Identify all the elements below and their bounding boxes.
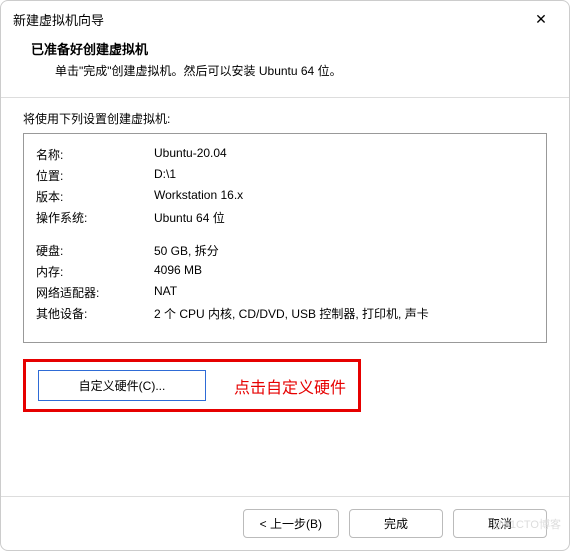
titlebar: 新建虚拟机向导 ✕ — [1, 1, 569, 37]
row-value: Workstation 16.x — [154, 186, 534, 207]
finish-button[interactable]: 完成 — [349, 509, 443, 538]
titlebar-text: 新建虚拟机向导 — [13, 10, 525, 29]
table-row: 版本: Workstation 16.x — [36, 186, 534, 207]
row-label: 硬盘: — [36, 240, 154, 261]
row-value: Ubuntu 64 位 — [154, 207, 534, 228]
close-button[interactable]: ✕ — [525, 5, 557, 33]
table-row: 网络适配器: NAT — [36, 282, 534, 303]
custom-highlight-box: 自定义硬件(C)... 点击自定义硬件 — [23, 359, 361, 412]
customize-hardware-button[interactable]: 自定义硬件(C)... — [38, 370, 206, 401]
row-label: 版本: — [36, 186, 154, 207]
row-label: 操作系统: — [36, 207, 154, 228]
row-value: 2 个 CPU 内核, CD/DVD, USB 控制器, 打印机, 声卡 — [154, 303, 534, 324]
header-desc: 单击"完成"创建虚拟机。然后可以安装 Ubuntu 64 位。 — [31, 62, 539, 79]
row-value: Ubuntu-20.04 — [154, 144, 534, 165]
header-title: 已准备好创建虚拟机 — [31, 39, 539, 58]
close-icon: ✕ — [535, 11, 547, 28]
row-value: 4096 MB — [154, 261, 534, 282]
row-label: 网络适配器: — [36, 282, 154, 303]
cancel-button[interactable]: 取消 — [453, 509, 547, 538]
table-row: 其他设备: 2 个 CPU 内核, CD/DVD, USB 控制器, 打印机, … — [36, 303, 534, 324]
row-value: 50 GB, 拆分 — [154, 240, 534, 261]
row-value: D:\1 — [154, 165, 534, 186]
content-label: 将使用下列设置创建虚拟机: — [23, 110, 547, 127]
table-row: 名称: Ubuntu-20.04 — [36, 144, 534, 165]
table-row: 内存: 4096 MB — [36, 261, 534, 282]
content: 将使用下列设置创建虚拟机: 名称: Ubuntu-20.04 位置: D:\1 … — [1, 98, 569, 496]
row-label: 位置: — [36, 165, 154, 186]
row-value: NAT — [154, 282, 534, 303]
table-gap — [36, 228, 534, 240]
settings-table: 名称: Ubuntu-20.04 位置: D:\1 版本: Workstatio… — [36, 144, 534, 324]
back-button[interactable]: < 上一步(B) — [243, 509, 339, 538]
footer: < 上一步(B) 完成 取消 — [1, 496, 569, 550]
row-label: 其他设备: — [36, 303, 154, 324]
table-row: 位置: D:\1 — [36, 165, 534, 186]
table-row: 操作系统: Ubuntu 64 位 — [36, 207, 534, 228]
row-label: 名称: — [36, 144, 154, 165]
header: 已准备好创建虚拟机 单击"完成"创建虚拟机。然后可以安装 Ubuntu 64 位… — [1, 37, 569, 97]
table-row: 硬盘: 50 GB, 拆分 — [36, 240, 534, 261]
wizard-dialog: 新建虚拟机向导 ✕ 已准备好创建虚拟机 单击"完成"创建虚拟机。然后可以安装 U… — [0, 0, 570, 551]
row-label: 内存: — [36, 261, 154, 282]
settings-box: 名称: Ubuntu-20.04 位置: D:\1 版本: Workstatio… — [23, 133, 547, 343]
annotation-text: 点击自定义硬件 — [234, 374, 346, 398]
